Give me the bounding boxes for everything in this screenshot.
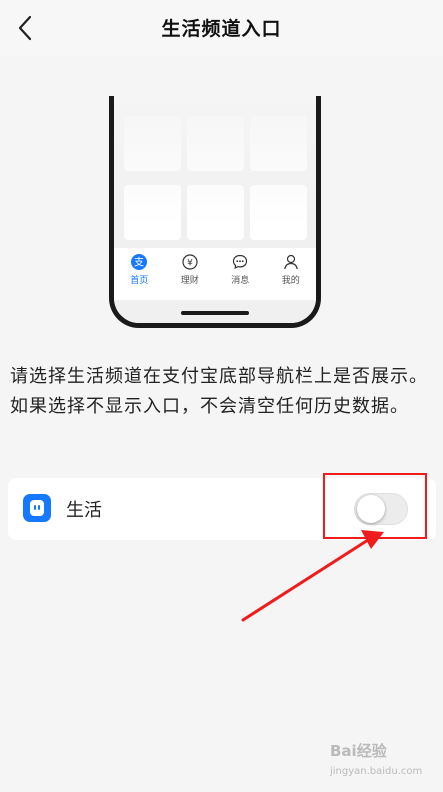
preview-tile — [187, 116, 244, 171]
preview-tile — [124, 116, 181, 171]
preview-tile — [250, 116, 307, 171]
phone-screen: 支 首页 ¥ 理财 消息 我的 — [114, 96, 316, 323]
watermark: Bai经验 jingyan.baidu.com — [330, 740, 440, 790]
preview-tab-mine: 我的 — [269, 253, 313, 286]
watermark-brand: Bai经验 — [330, 742, 387, 760]
chat-bubble-icon — [231, 253, 249, 271]
tab-label: 我的 — [281, 276, 300, 286]
alipay-home-icon: 支 — [130, 253, 148, 271]
preview-tab-bar: 支 首页 ¥ 理财 消息 我的 — [114, 248, 316, 300]
preview-tab-finance: ¥ 理财 — [168, 253, 212, 286]
preview-tile — [250, 185, 307, 240]
description-text: 请选择生活频道在支付宝底部导航栏上是否展示。如果选择不显示入口，不会清空任何历史… — [10, 366, 428, 417]
setting-label: 生活 — [66, 500, 102, 521]
watermark-url: jingyan.baidu.com — [330, 766, 423, 777]
svg-text:支: 支 — [134, 257, 144, 269]
yen-icon: ¥ — [181, 253, 199, 271]
tab-label: 消息 — [231, 276, 250, 286]
annotation-highlight-box — [323, 473, 427, 539]
preview-tab-messages: 消息 — [218, 253, 262, 286]
page-title: 生活频道入口 — [161, 18, 282, 40]
person-icon — [282, 253, 300, 271]
tab-label: 理财 — [180, 276, 199, 286]
preview-tab-home: 支 首页 — [117, 253, 161, 286]
phone-frame: 支 首页 ¥ 理财 消息 我的 — [109, 96, 321, 328]
home-indicator — [181, 311, 249, 315]
phone-preview-illustration: 支 首页 ¥ 理财 消息 我的 — [0, 56, 443, 346]
preview-tile — [187, 185, 244, 240]
tab-label: 首页 — [130, 276, 149, 286]
svg-text:¥: ¥ — [187, 259, 193, 269]
life-app-icon — [23, 494, 51, 522]
preview-tile — [124, 185, 181, 240]
header-bar: 生活频道入口 — [0, 0, 443, 56]
